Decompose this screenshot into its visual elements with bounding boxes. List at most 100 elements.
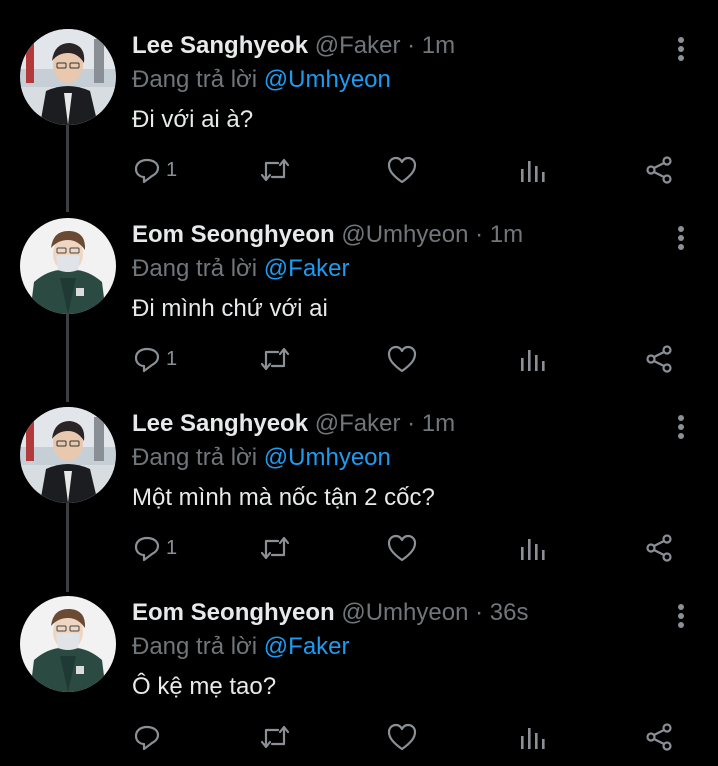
views-button[interactable] [518,341,546,377]
replying-prefix: Đang trả lời [132,633,258,660]
mention-link[interactable]: @Faker [264,633,350,660]
tweet-text: Ô kệ mẹ tao? [132,673,277,700]
reply-button[interactable]: 1 [132,152,177,188]
mention-link[interactable]: @Faker [264,255,350,282]
like-icon [387,534,417,562]
separator-dot: · [407,410,416,437]
share-icon [646,723,672,751]
more-options-button[interactable] [664,410,698,444]
reply-thread: Lee Sanghyeok @Faker · 1m Đang trả lời @… [0,0,718,766]
reply-button[interactable] [132,719,166,755]
share-button[interactable] [644,719,674,755]
views-button[interactable] [518,719,546,755]
reply-count: 1 [166,158,178,181]
retweet-button[interactable] [258,530,292,566]
reply-count: 1 [166,536,178,559]
share-icon [646,345,672,373]
tweet[interactable]: Eom Seonghyeon @Umhyeon · 36s Đang trả l… [0,571,718,760]
author-handle[interactable]: @Umhyeon [341,599,468,626]
tweet-header: Eom Seonghyeon @Umhyeon · 36s [132,597,528,629]
replying-to: Đang trả lời @Umhyeon [132,64,391,96]
replying-to: Đang trả lời @Faker [132,253,350,285]
reply-icon [134,347,160,373]
timestamp[interactable]: 1m [422,410,455,437]
timestamp[interactable]: 36s [490,599,529,626]
like-button[interactable] [386,152,418,188]
tweet-header: Eom Seonghyeon @Umhyeon · 1m [132,219,523,251]
more-icon [678,37,684,61]
mention-link[interactable]: @Umhyeon [264,444,391,471]
views-button[interactable] [518,530,546,566]
author-name[interactable]: Lee Sanghyeok [132,32,308,59]
tweet[interactable]: Eom Seonghyeon @Umhyeon · 1m Đang trả lờ… [0,193,718,382]
share-button[interactable] [644,152,674,188]
views-icon [521,728,545,749]
avatar-umhyeon[interactable] [20,596,116,692]
views-icon [521,350,545,371]
like-icon [387,345,417,373]
author-handle[interactable]: @Umhyeon [341,221,468,248]
avatar-umhyeon[interactable] [20,218,116,314]
more-options-button[interactable] [664,221,698,255]
reply-icon [134,725,160,751]
tweet-actions: 1 [0,152,718,188]
retweet-button[interactable] [258,341,292,377]
tweet-actions: 1 [0,341,718,377]
mention-link[interactable]: @Umhyeon [264,66,391,93]
replying-prefix: Đang trả lời [132,255,258,282]
reply-button[interactable]: 1 [132,341,177,377]
retweet-icon [260,347,290,371]
views-icon [521,161,545,182]
author-handle[interactable]: @Faker [315,32,401,59]
like-icon [387,723,417,751]
reply-count: 1 [166,347,178,370]
author-name[interactable]: Eom Seonghyeon [132,221,335,248]
more-icon [678,604,684,628]
like-button[interactable] [386,341,418,377]
share-button[interactable] [644,530,674,566]
tweet-actions [0,719,718,755]
tweet-actions: 1 [0,530,718,566]
share-icon [646,534,672,562]
separator-dot: · [475,221,484,248]
share-icon [646,156,672,184]
avatar-faker[interactable] [20,29,116,125]
avatar-faker[interactable] [20,407,116,503]
author-name[interactable]: Lee Sanghyeok [132,410,308,437]
retweet-button[interactable] [258,719,292,755]
like-button[interactable] [386,530,418,566]
tweet-text: Đi với ai à? [132,106,254,133]
author-handle[interactable]: @Faker [315,410,401,437]
tweet-text: Đi mình chứ với ai [132,295,328,322]
more-options-button[interactable] [664,32,698,66]
more-icon [678,415,684,439]
retweet-icon [260,725,290,749]
tweet[interactable]: Lee Sanghyeok @Faker · 1m Đang trả lời @… [0,382,718,571]
retweet-button[interactable] [258,152,292,188]
more-options-button[interactable] [664,599,698,633]
replying-to: Đang trả lời @Faker [132,631,350,663]
separator-dot: · [407,32,416,59]
reply-icon [134,536,160,562]
tweet-text: Một mình mà nốc tận 2 cốc? [132,484,435,511]
tweet[interactable]: Lee Sanghyeok @Faker · 1m Đang trả lời @… [0,4,718,193]
tweet-header: Lee Sanghyeok @Faker · 1m [132,30,455,62]
like-icon [387,156,417,184]
reply-icon [134,158,160,184]
views-icon [521,539,545,560]
tweet-header: Lee Sanghyeok @Faker · 1m [132,408,455,440]
replying-prefix: Đang trả lời [132,66,258,93]
reply-button[interactable]: 1 [132,530,177,566]
timestamp[interactable]: 1m [490,221,523,248]
retweet-icon [260,536,290,560]
separator-dot: · [475,599,484,626]
retweet-icon [260,158,290,182]
more-icon [678,226,684,250]
share-button[interactable] [644,341,674,377]
author-name[interactable]: Eom Seonghyeon [132,599,335,626]
replying-prefix: Đang trả lời [132,444,258,471]
like-button[interactable] [386,719,418,755]
replying-to: Đang trả lời @Umhyeon [132,442,391,474]
views-button[interactable] [518,152,546,188]
timestamp[interactable]: 1m [422,32,455,59]
